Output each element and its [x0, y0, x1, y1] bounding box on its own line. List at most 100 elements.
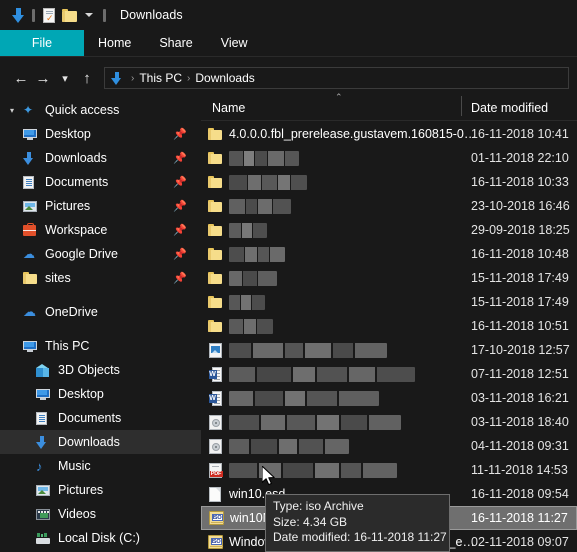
window-title: Downloads	[120, 8, 183, 22]
sidebar-item-label: OneDrive	[45, 305, 98, 319]
sidebar-item-quick-access[interactable]: ▾ ✦ Quick access	[0, 98, 201, 122]
sidebar-item-onedrive[interactable]: ☁ OneDrive	[0, 300, 201, 324]
table-row[interactable]: W 07-11-2018 12:51	[201, 362, 577, 386]
up-button[interactable]: ↑	[76, 67, 98, 89]
tab-home[interactable]: Home	[84, 30, 145, 56]
table-row[interactable]: 16-11-2018 10:48	[201, 242, 577, 266]
table-row[interactable]: 16-11-2018 10:51	[201, 314, 577, 338]
pin-icon[interactable]: 📌	[173, 224, 187, 237]
sidebar-item-downloads-pc[interactable]: Downloads	[0, 430, 201, 454]
properties-icon[interactable]: ✓	[39, 5, 59, 25]
column-header-name[interactable]: Name	[212, 101, 245, 115]
sidebar-item-google-drive[interactable]: ☁ Google Drive 📌	[0, 242, 201, 266]
redacted-file-name	[229, 246, 285, 262]
column-divider[interactable]	[461, 96, 462, 116]
download-arrow-icon	[8, 5, 28, 25]
tooltip-size: Size: 4.34 GB	[273, 514, 348, 529]
sidebar-item-label: Google Drive	[45, 247, 118, 261]
file-date: 03-11-2018 16:21	[471, 391, 569, 405]
folder-icon	[201, 296, 229, 308]
forward-button[interactable]: →	[32, 67, 54, 89]
pin-icon[interactable]: 📌	[173, 200, 187, 213]
sidebar-item-this-pc[interactable]: This PC	[0, 334, 201, 358]
tab-share[interactable]: Share	[145, 30, 206, 56]
tooltip-type: Type: iso Archive	[273, 499, 364, 513]
sidebar-item-downloads-quick[interactable]: Downloads 📌	[0, 146, 201, 170]
sidebar-item-documents-quick[interactable]: Documents 📌	[0, 170, 201, 194]
file-rows: 4.0.0.0.fbl_prerelease.gustavem.160815-0…	[201, 122, 577, 552]
table-row[interactable]: 4.0.0.0.fbl_prerelease.gustavem.160815-0…	[201, 122, 577, 146]
pdf-file-icon: PDF	[201, 462, 229, 478]
address-bar[interactable]: › This PC › Downloads	[104, 67, 569, 89]
file-explorer-window: ✓ Downloads File Home Share View ← → ▾ ↑	[0, 0, 577, 552]
document-icon	[36, 411, 58, 425]
file-date: 17-10-2018 12:57	[471, 343, 570, 357]
pin-icon[interactable]: 📌	[173, 272, 187, 285]
toolbar-divider-2	[103, 8, 106, 22]
image-file-icon	[201, 342, 229, 358]
sidebar-item-documents-pc[interactable]: Documents	[0, 406, 201, 430]
breadcrumb-downloads[interactable]: Downloads	[195, 71, 254, 85]
redacted-file-name	[229, 390, 379, 406]
sidebar-item-label: Documents	[58, 411, 122, 425]
column-header-date-modified[interactable]: Date modified	[471, 101, 548, 115]
sidebar-item-sites[interactable]: sites 📌	[0, 266, 201, 290]
file-date: 29-09-2018 18:25	[471, 223, 570, 237]
sidebar-item-videos[interactable]: Videos	[0, 502, 201, 526]
sidebar-item-label: Local Disk (C:)	[58, 531, 140, 545]
picture-icon	[36, 484, 58, 496]
breadcrumb-this-pc[interactable]: This PC	[139, 71, 182, 85]
new-folder-icon[interactable]	[59, 5, 79, 25]
sidebar-item-workspace[interactable]: Workspace 📌	[0, 218, 201, 242]
title-bar: ✓ Downloads	[0, 0, 577, 30]
pin-icon[interactable]: 📌	[173, 152, 187, 165]
tab-view[interactable]: View	[207, 30, 262, 56]
sidebar-item-desktop[interactable]: Desktop 📌	[0, 122, 201, 146]
sidebar-item-pictures-quick[interactable]: Pictures 📌	[0, 194, 201, 218]
folder-icon	[201, 320, 229, 332]
sidebar-item-desktop-pc[interactable]: Desktop	[0, 382, 201, 406]
video-icon	[36, 508, 58, 520]
pin-icon[interactable]: 📌	[173, 128, 187, 141]
sidebar-item-label: Desktop	[45, 127, 91, 141]
recent-locations-chevron-down-icon[interactable]: ▾	[54, 67, 76, 89]
sidebar-item-label: Music	[58, 459, 91, 473]
file-date: 07-11-2018 12:51	[471, 367, 569, 381]
table-row[interactable]: W 03-11-2018 16:21	[201, 386, 577, 410]
disk-drive-icon	[36, 532, 58, 544]
table-row[interactable]: 16-11-2018 10:33	[201, 170, 577, 194]
table-row[interactable]: 15-11-2018 17:49	[201, 266, 577, 290]
explorer-content: ▾ ✦ Quick access Desktop 📌 Downloads 📌 D…	[0, 92, 577, 552]
chevron-down-icon[interactable]: ▾	[10, 106, 23, 115]
table-row[interactable]: 29-09-2018 18:25	[201, 218, 577, 242]
customize-chevron-icon[interactable]	[79, 5, 99, 25]
back-button[interactable]: ←	[10, 67, 32, 89]
sidebar-item-label: This PC	[45, 339, 90, 353]
folder-icon	[201, 200, 229, 212]
sidebar-item-pictures-pc[interactable]: Pictures	[0, 478, 201, 502]
pin-icon[interactable]: 📌	[173, 248, 187, 261]
redacted-file-name	[229, 270, 277, 286]
table-row[interactable]: 17-10-2018 12:57	[201, 338, 577, 362]
table-row[interactable]: 15-11-2018 17:49	[201, 290, 577, 314]
folder-icon	[23, 272, 45, 284]
folder-icon	[201, 128, 229, 140]
sidebar-item-3d-objects[interactable]: 3D Objects	[0, 358, 201, 382]
file-list-pane: ⌃ Name Date modified 4.0.0.0.fbl_prerele…	[201, 92, 577, 552]
sidebar-item-label: Desktop	[58, 387, 104, 401]
sidebar-item-music[interactable]: ♪ Music	[0, 454, 201, 478]
table-row[interactable]: PDF 11-11-2018 14:53	[201, 458, 577, 482]
toolbar-divider	[32, 8, 35, 22]
pin-icon[interactable]: 📌	[173, 176, 187, 189]
table-row[interactable]: 04-11-2018 09:31	[201, 434, 577, 458]
table-row[interactable]: 03-11-2018 18:40	[201, 410, 577, 434]
header-divider	[201, 120, 577, 121]
disc-image-icon	[201, 438, 229, 454]
file-date: 16-11-2018 10:48	[471, 247, 569, 261]
sidebar-item-label: Downloads	[45, 151, 107, 165]
sidebar-item-local-disk-c[interactable]: Local Disk (C:)	[0, 526, 201, 550]
tab-file[interactable]: File	[0, 30, 84, 56]
table-row[interactable]: 01-11-2018 22:10	[201, 146, 577, 170]
cube-icon	[36, 363, 58, 377]
table-row[interactable]: 23-10-2018 16:46	[201, 194, 577, 218]
